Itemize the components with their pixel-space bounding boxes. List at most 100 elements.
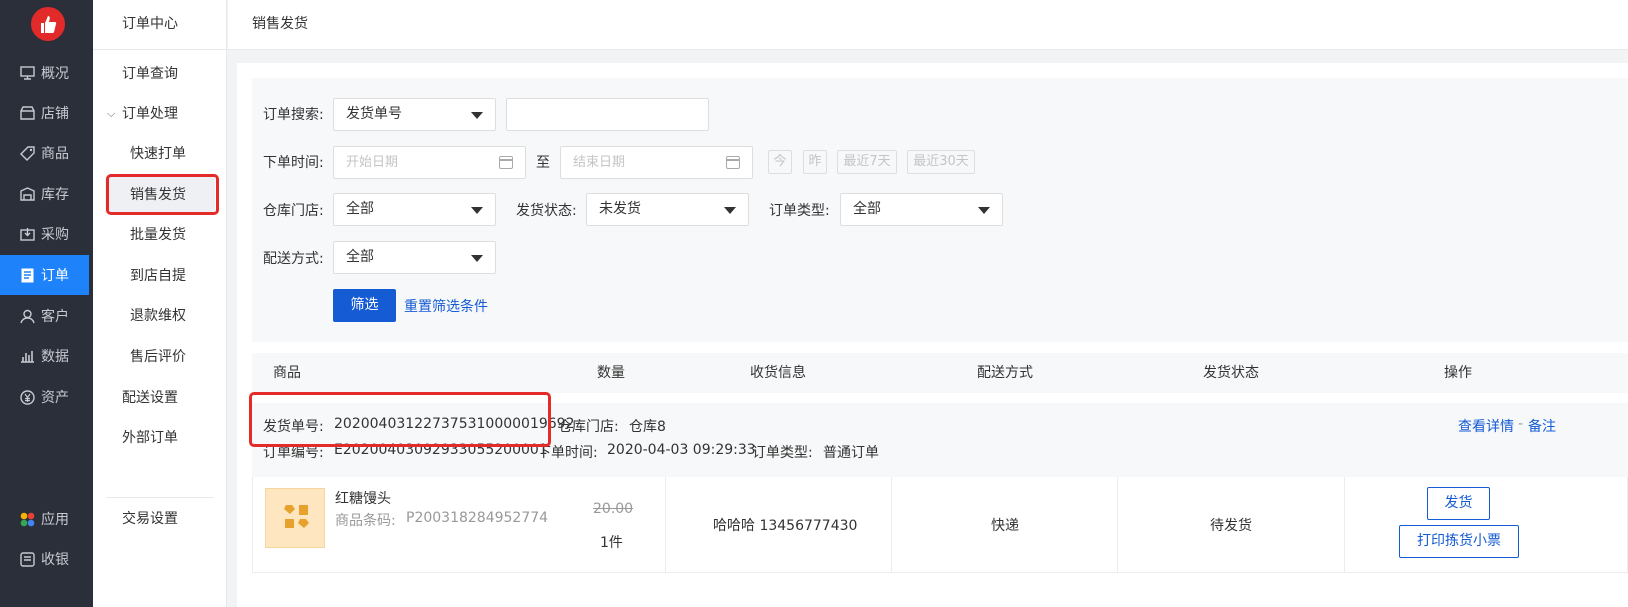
col-header-receiver: 收货信息	[750, 365, 806, 381]
nav2-item-delivery-settings[interactable]: 配送设置	[93, 380, 227, 416]
order-store-value: 仓库8	[629, 419, 666, 435]
delivery-label: 配送方式:	[263, 251, 324, 267]
end-date-placeholder: 结束日期	[573, 155, 626, 170]
view-detail-link[interactable]: 查看详情	[1458, 416, 1514, 436]
nav-item-assets[interactable]: 资产	[0, 377, 89, 417]
receiver-info: 哈哈哈 13456777430	[713, 518, 858, 534]
nav-item-apps[interactable]: 应用	[0, 499, 89, 539]
column-divider	[1344, 477, 1345, 573]
print-picking-ticket-button[interactable]: 打印拣货小票	[1399, 525, 1519, 558]
quick-today-button[interactable]: 今	[768, 150, 792, 174]
user-icon	[19, 308, 35, 324]
product-thumbnail	[265, 488, 325, 548]
product-qty: 1件	[600, 535, 623, 551]
column-divider	[1117, 477, 1118, 573]
table-header: 商品 数量 收货信息 配送方式 发货状态 操作	[252, 353, 1628, 393]
yen-icon	[19, 389, 35, 405]
nav2-item-trade-settings[interactable]: 交易设置	[93, 501, 227, 537]
product-name-link[interactable]: 红糖馒头	[335, 488, 391, 508]
nav-item-data[interactable]: 数据	[0, 336, 89, 376]
nav-item-inventory[interactable]: 库存	[0, 174, 89, 214]
table-row: 红糖馒头 商品条码: P200318284952774 20.00 1件 哈哈哈…	[252, 477, 1628, 573]
delivery-select[interactable]: 全部	[333, 241, 496, 274]
store-select[interactable]: 全部	[333, 193, 496, 226]
barcode-label: 商品条码:	[335, 513, 396, 529]
time-label: 下单时间:	[263, 155, 324, 171]
nav-item-label: 应用	[41, 512, 69, 528]
nav2-title: 订单中心	[93, 0, 227, 50]
nav-item-label: 店铺	[41, 106, 69, 122]
nav-item-label: 概况	[41, 66, 69, 82]
nav2-item-self-pickup[interactable]: 到店自提	[93, 258, 227, 294]
delivery-value: 全部	[346, 249, 374, 265]
caret-down-icon	[724, 207, 736, 214]
column-divider	[891, 477, 892, 573]
caret-down-icon	[978, 207, 990, 214]
order-type-select[interactable]: 全部	[840, 193, 1003, 226]
nav-item-label: 资产	[41, 390, 69, 406]
nav2-item-batch-shipping[interactable]: 批量发货	[93, 217, 227, 253]
nav-item-label: 客户	[41, 309, 69, 325]
monitor-icon	[19, 65, 35, 81]
nav-item-order[interactable]: 订单	[0, 255, 89, 295]
start-date-placeholder: 开始日期	[346, 155, 399, 170]
purchase-icon	[19, 226, 35, 242]
quick-yesterday-button[interactable]: 昨	[803, 150, 827, 174]
nav-item-label: 收银	[41, 552, 69, 568]
ship-button[interactable]: 发货	[1427, 487, 1490, 520]
order-store-label: 仓库门店:	[558, 419, 619, 435]
order-type-label-row: 订单类型:	[752, 445, 813, 461]
ship-status-label: 发货状态:	[516, 203, 577, 219]
search-input[interactable]	[506, 98, 709, 131]
nav-item-overview[interactable]: 概况	[0, 53, 89, 93]
nav-item-label: 库存	[41, 187, 69, 203]
caret-down-icon	[471, 207, 483, 214]
end-date-input[interactable]: 结束日期	[560, 146, 753, 179]
warehouse-icon	[19, 186, 35, 202]
nav2-item-external-orders[interactable]: 外部订单	[93, 420, 227, 456]
annotation-highlight-sales-shipping	[106, 174, 219, 215]
search-type-value: 发货单号	[346, 106, 402, 122]
nav2-item-order-processing[interactable]: ⌵ 订单处理	[93, 96, 227, 132]
ship-status-select[interactable]: 未发货	[586, 193, 749, 226]
calendar-icon	[499, 156, 513, 169]
caret-down-icon	[471, 112, 483, 119]
nav-item-label: 订单	[41, 268, 69, 284]
remark-link[interactable]: 备注	[1528, 416, 1556, 436]
col-header-goods: 商品	[273, 365, 301, 381]
order-type-value-row: 普通订单	[823, 445, 879, 461]
chart-icon	[19, 348, 35, 364]
store-value: 全部	[346, 201, 374, 217]
start-date-input[interactable]: 开始日期	[333, 146, 526, 179]
search-type-select[interactable]: 发货单号	[333, 98, 496, 131]
order-icon	[19, 267, 35, 283]
col-header-delivery: 配送方式	[977, 365, 1033, 381]
nav-item-label: 商品	[41, 146, 69, 162]
nav-item-customer[interactable]: 客户	[0, 296, 89, 336]
apps-icon	[19, 511, 35, 527]
nav2-item-refund[interactable]: 退款维权	[93, 298, 227, 334]
nav2-item-after-sales-review[interactable]: 售后评价	[93, 339, 227, 375]
col-header-status: 发货状态	[1203, 365, 1259, 381]
filter-button[interactable]: 筛选	[333, 289, 396, 322]
ship-status-badge: 待发货	[1210, 518, 1252, 534]
page-title: 销售发货	[228, 0, 1628, 50]
nav-item-cashier[interactable]: 收银	[0, 539, 89, 579]
barcode-value: P200318284952774	[406, 510, 549, 526]
reset-filter-link[interactable]: 重置筛选条件	[404, 296, 488, 316]
link-separator: -	[1518, 416, 1524, 432]
nav-item-purchase[interactable]: 采购	[0, 214, 89, 254]
nav2-item-order-query[interactable]: 订单查询	[93, 56, 227, 92]
search-label: 订单搜索:	[263, 107, 324, 123]
nav-item-goods[interactable]: 商品	[0, 133, 89, 173]
quick-30days-button[interactable]: 最近30天	[907, 150, 975, 174]
product-price: 20.00	[593, 501, 634, 517]
nav2-item-label: 订单处理	[122, 106, 178, 122]
nav-item-store[interactable]: 店铺	[0, 93, 89, 133]
nav2-item-quick-print[interactable]: 快速打单	[93, 136, 227, 172]
store-icon	[19, 105, 35, 121]
quick-7days-button[interactable]: 最近7天	[837, 150, 897, 174]
column-divider	[665, 477, 666, 573]
order-type-value: 全部	[853, 201, 881, 217]
thumbs-up-logo-icon[interactable]	[31, 7, 65, 41]
